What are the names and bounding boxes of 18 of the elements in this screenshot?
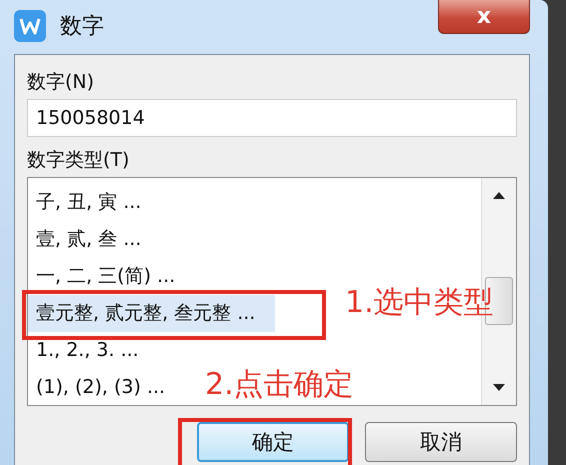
list-item[interactable]: 1., 2., 3. ... (28, 332, 147, 369)
annotation-text: 2.点击确定 (205, 366, 354, 404)
number-input-field[interactable]: 150058014 (27, 99, 517, 137)
field-label: 数字(N) (27, 70, 96, 95)
annotation-text: 1.选中类型 (345, 284, 494, 322)
close-button[interactable]: x (438, 0, 530, 34)
list-item[interactable]: (1), (2), (3) ... (28, 369, 174, 406)
window-title: 数字 (60, 13, 104, 41)
cancel-button[interactable]: 取消 (365, 422, 517, 462)
app-logo-icon (14, 10, 46, 42)
list-item[interactable]: 子, 丑, 寅 ... (28, 184, 150, 221)
list-item[interactable]: 壹元整, 贰元整, 叁元整 ... (28, 295, 276, 332)
list-item[interactable]: 一, 二, 三(简) ... (28, 258, 184, 295)
list-label: 数字类型(T) (27, 148, 130, 173)
scroll-down-icon[interactable] (493, 384, 505, 391)
ok-button[interactable]: 确定 (197, 422, 349, 462)
scroll-up-icon[interactable] (493, 192, 505, 199)
list-item[interactable]: 壹, 贰, 叁 ... (28, 221, 150, 258)
